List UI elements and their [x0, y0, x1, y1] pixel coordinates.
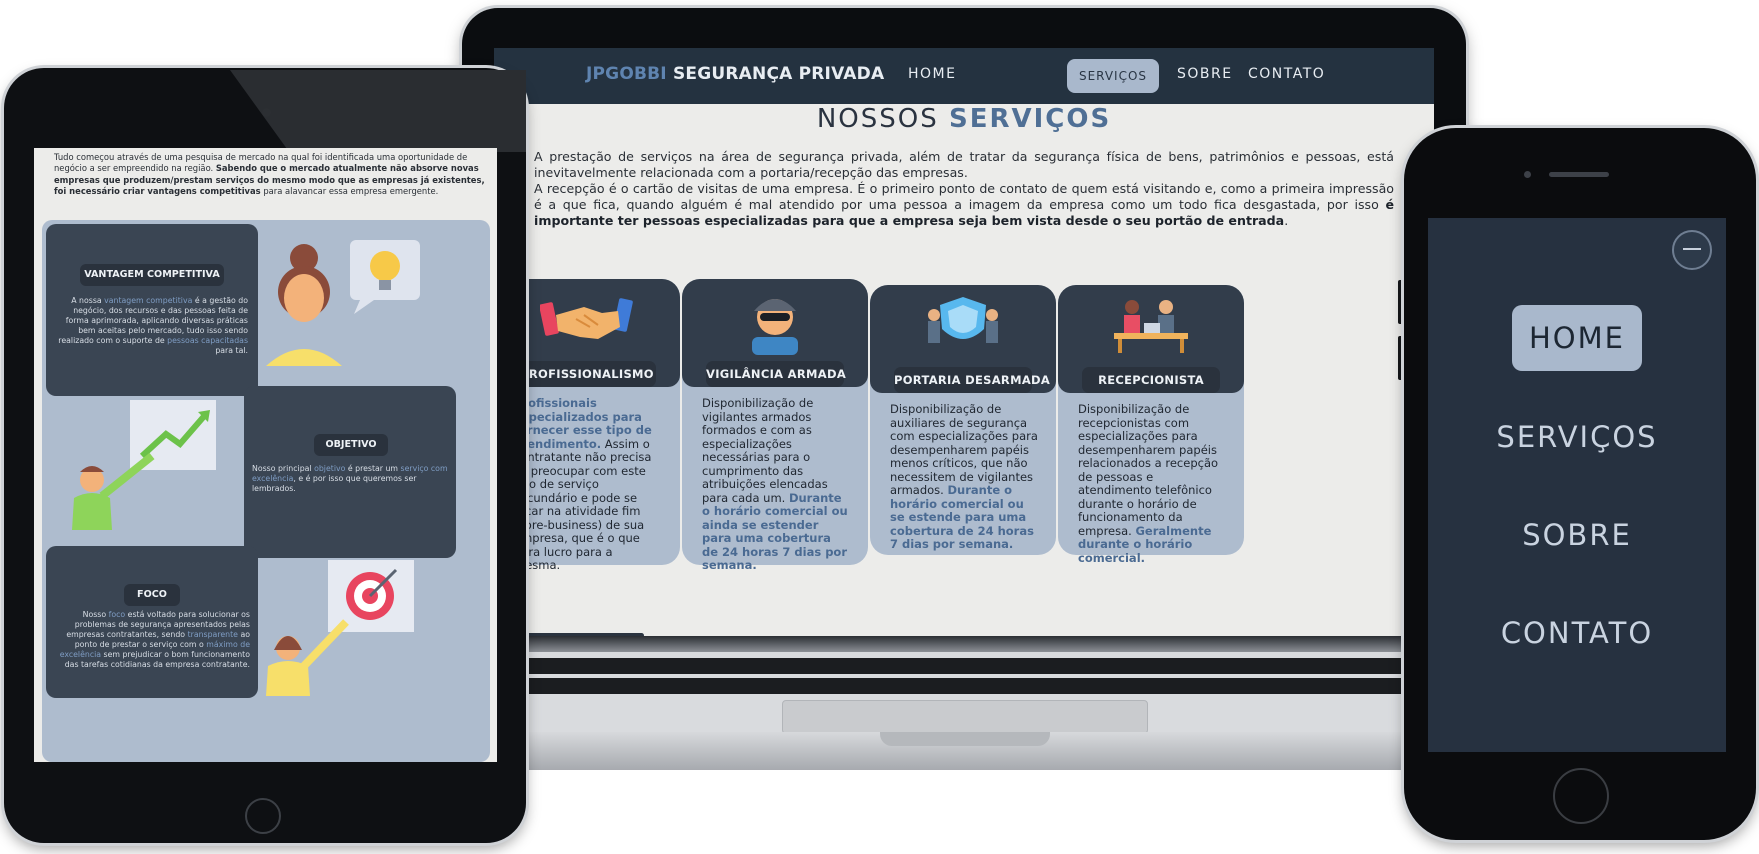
growth-chart-icon: [72, 400, 216, 530]
card-body: Disponibilização de vigilantes armados f…: [702, 396, 828, 505]
para2-end: .: [1284, 213, 1289, 228]
card-text: Profissionais especializados para fornec…: [514, 396, 662, 573]
card-body: Assim o contratante não precisa se preoc…: [514, 436, 652, 572]
phone-speaker: [1549, 172, 1609, 177]
tablet-intro: Tudo começou através de uma pesquisa de …: [54, 152, 486, 198]
phone-nav-home[interactable]: HOME: [1512, 305, 1642, 371]
intro-paragraph-2: A recepção é o cartão de visitas de uma …: [534, 181, 1394, 229]
woman-lightbulb-icon: [266, 240, 420, 366]
h1: foco: [108, 610, 126, 619]
card-label: PROFISSIONALISMO: [518, 361, 656, 387]
section-title: NOSSOS SERVIÇOS: [494, 104, 1434, 134]
title-part2: SERVIÇOS: [948, 104, 1112, 134]
laptop-screen: JPGOBBI SEGURANÇA PRIVADA HOME SERVIÇOS …: [494, 48, 1434, 638]
tablet-card-objetivo: OBJETIVO Nosso principal objetivo é pres…: [244, 386, 456, 558]
h1: objetivo: [314, 464, 346, 473]
nav-servicos-label: SERVIÇOS: [1078, 69, 1148, 83]
target-icon: [266, 560, 414, 696]
phone-nav-home-label: HOME: [1529, 321, 1625, 355]
phone-home-button[interactable]: [1553, 768, 1609, 824]
service-card-3: PORTARIA DESARMADA Disponibilização de a…: [870, 285, 1056, 555]
card-label: VIGILÂNCIA ARMADA: [706, 361, 846, 387]
minus-circle-icon[interactable]: [1672, 230, 1712, 270]
tablet-card-text: Nosso principal objetivo é prestar um se…: [252, 464, 448, 494]
tablet-card-foco: FOCO Nosso foco está voltado para soluci…: [46, 546, 258, 698]
tablet-panel: VANTAGEM COMPETITIVA A nossa vantagem co…: [42, 220, 490, 762]
t1: Nosso: [82, 610, 109, 619]
phone-screen: [1428, 218, 1726, 752]
tablet-card-vantagem: VANTAGEM COMPETITIVA A nossa vantagem co…: [46, 224, 258, 396]
card-text: Disponibilização de auxiliares de segura…: [890, 402, 1038, 552]
tablet-card-label: OBJETIVO: [314, 434, 388, 456]
h1: vantagem competitiva: [104, 296, 193, 305]
t1: A nossa: [71, 296, 105, 305]
service-card-2: VIGILÂNCIA ARMADA Disponibilização de vi…: [682, 279, 868, 572]
tablet-card-label: FOCO: [124, 584, 180, 606]
t2: é prestar um: [345, 464, 401, 473]
key-row: [480, 658, 1448, 674]
t1: Nosso principal: [252, 464, 315, 473]
card-text: Disponibilização de recepcionistas com e…: [1078, 402, 1226, 565]
tablet-card-text: A nossa vantagem competitiva é a gestão …: [58, 296, 248, 356]
tablet-screen: Tudo começou através de uma pesquisa de …: [34, 148, 497, 762]
handshake-icon: [540, 298, 633, 339]
phone-camera: [1524, 171, 1531, 178]
key-row: [480, 678, 1448, 694]
card-body: Disponibilização de recepcionistas com e…: [1078, 402, 1219, 538]
laptop-hinge: [470, 636, 1460, 652]
trackpad: [782, 700, 1148, 734]
brand-logo[interactable]: JPGOBBI SEGURANÇA PRIVADA: [586, 64, 884, 84]
title-part1: NOSSOS: [816, 104, 949, 134]
brand-part2: SEGURANÇA PRIVADA: [666, 64, 885, 84]
nav-home[interactable]: HOME: [908, 66, 956, 82]
guard-icon: [752, 299, 798, 355]
nav-contato[interactable]: CONTATO: [1248, 66, 1325, 82]
phone-nav-servicos[interactable]: SERVIÇOS: [1428, 420, 1726, 454]
tablet-card-text: Nosso foco está voltado para solucionar …: [54, 610, 250, 670]
card-label: PORTARIA DESARMADA: [894, 367, 1050, 393]
service-card-4: RECEPCIONISTA Disponibilização de recepc…: [1058, 285, 1244, 564]
tablet-camera: [262, 108, 271, 117]
phone-nav-sobre[interactable]: SOBRE: [1428, 518, 1726, 552]
intro-paragraph-1: A prestação de serviços na área de segur…: [534, 149, 1394, 180]
laptop-navbar: JPGOBBI SEGURANÇA PRIVADA HOME SERVIÇOS …: [494, 48, 1434, 104]
nav-sobre[interactable]: SOBRE: [1177, 66, 1233, 82]
phone-nav-contato[interactable]: CONTATO: [1428, 616, 1726, 650]
nav-servicos[interactable]: SERVIÇOS: [1067, 59, 1159, 93]
card-text: Disponibilização de vigilantes armados f…: [702, 396, 850, 573]
brand-part1: JPGOBBI: [586, 64, 667, 84]
intro-end: para alavancar essa empresa emergente.: [260, 186, 439, 197]
card-label: RECEPCIONISTA: [1082, 367, 1220, 393]
reception-desk-icon: [1114, 300, 1188, 353]
shield-people-icon: [928, 297, 998, 343]
laptop-notch: [880, 732, 1050, 746]
tablet-home-button[interactable]: [245, 798, 281, 834]
tablet-card-label: VANTAGEM COMPETITIVA: [80, 264, 224, 286]
h2: transparente: [187, 630, 238, 639]
para2-text: A recepção é o cartão de visitas de uma …: [534, 181, 1394, 212]
t3: para tal.: [215, 346, 248, 355]
h2: pessoas capacitadas: [167, 336, 248, 345]
minus-bar: [1683, 248, 1701, 250]
